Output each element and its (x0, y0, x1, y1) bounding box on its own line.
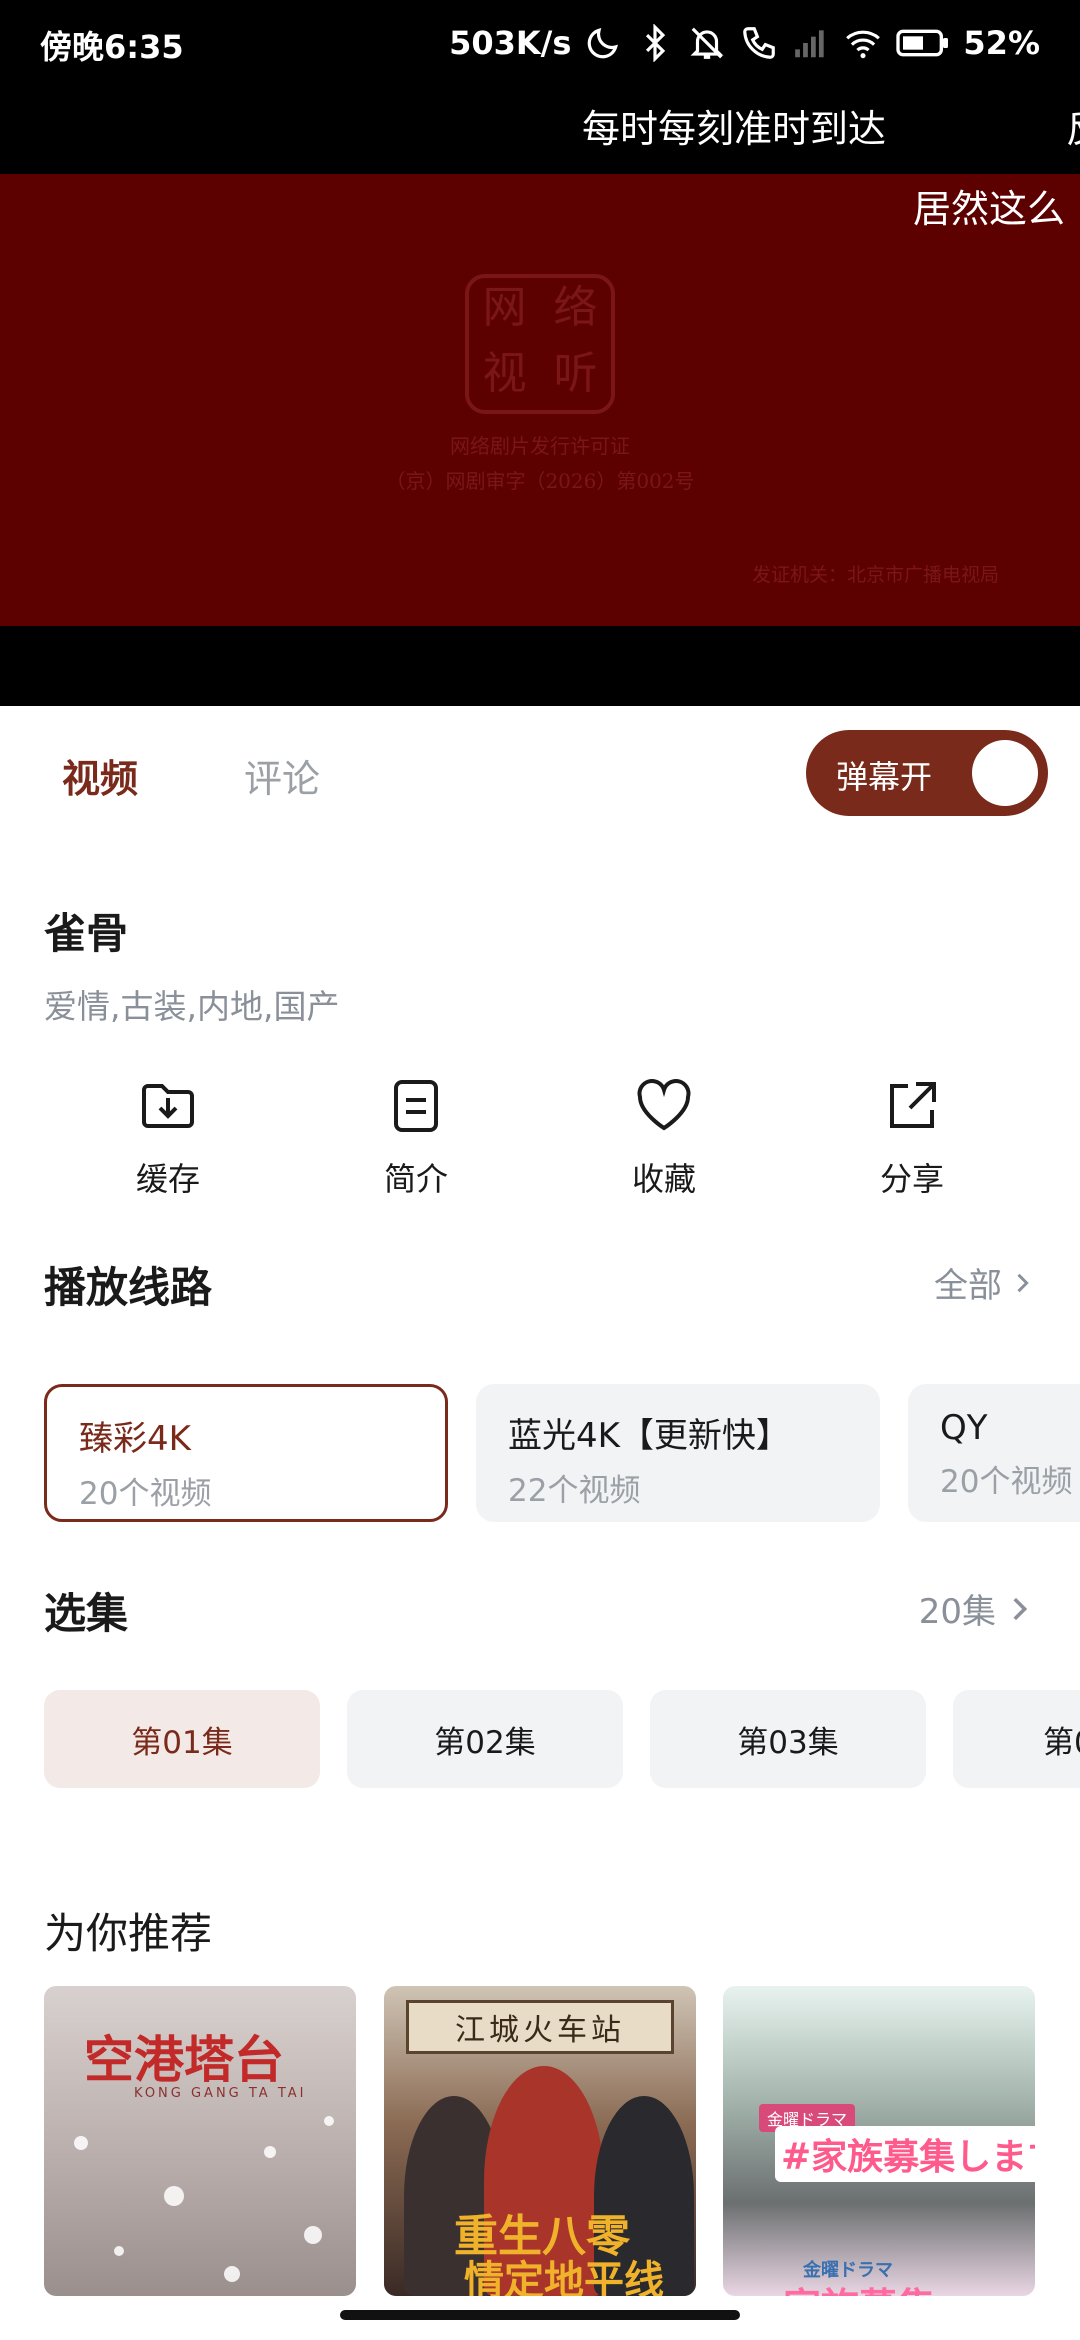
source-name: 蓝光4K【更新快】 (508, 1416, 790, 1456)
episode-chip[interactable]: 第03集 (650, 1690, 926, 1788)
wifi-icon (843, 23, 883, 63)
intro-button[interactable]: 简介 (336, 1074, 496, 1200)
action-row: 缓存 简介 收藏 分享 (0, 1074, 1080, 1214)
intro-label: 简介 (383, 1160, 448, 1198)
poster-title-line2: 情定地平线 (464, 2257, 664, 2296)
show-genres: 爱情,古装,内地,国产 (44, 987, 340, 1026)
mute-bell-icon (687, 23, 727, 63)
source-count: 20个视频 (79, 1476, 212, 1512)
status-icons: 503K/s 52% (449, 20, 1040, 66)
download-folder-icon (136, 1074, 200, 1138)
episodes-count-link[interactable]: 20集 (919, 1584, 1036, 1633)
poster-title: #家族募集します (775, 2126, 1035, 2182)
license-issuer: 发证机关：北京市广播电视局 (752, 564, 1000, 586)
poster-sign: 江城火车站 (406, 2000, 674, 2054)
battery-percent: 52% (963, 24, 1040, 62)
license-number: （京）网剧审字（2026）第002号 (385, 469, 695, 493)
source-count: 20个视频 (940, 1464, 1073, 1500)
episodes-count-label: 20集 (918, 1592, 996, 1632)
video-frame: 居然这么 网 络 视 听 网络剧片发行许可证 （京）网剧审字（2026）第002… (0, 174, 1080, 626)
episodes-title: 选集 (44, 1589, 129, 1638)
episode-chip[interactable]: 第02集 (347, 1690, 623, 1788)
share-icon (880, 1074, 944, 1138)
sources-title: 播放线路 (44, 1263, 213, 1312)
video-player[interactable]: 每时每刻准时到达 反 居然这么 网 络 视 听 网络剧片发行许可证 （京）网剧审… (0, 90, 1080, 706)
cache-button[interactable]: 缓存 (88, 1074, 248, 1200)
recommend-poster[interactable]: 江城火车站 重生八零 情定地平线 (384, 1986, 696, 2296)
status-bar: 傍晚6:35 503K/s 52% (0, 0, 1080, 90)
license-watermark: 网 络 视 听 网络剧片发行许可证 （京）网剧审字（2026）第002号 (380, 274, 700, 494)
network-speed: 503K/s (449, 24, 572, 62)
share-button[interactable]: 分享 (832, 1074, 992, 1200)
chevron-right-icon (1017, 1273, 1029, 1292)
recommend-title: 为你推荐 (44, 1909, 213, 1958)
sources-all-link[interactable]: 全部 (934, 1258, 1036, 1307)
cache-label: 缓存 (135, 1160, 200, 1198)
home-indicator[interactable] (340, 2310, 740, 2320)
tab-video[interactable]: 视频 (62, 748, 138, 803)
danmaku-comment: 每时每刻准时到达 (582, 107, 887, 151)
danmaku-comment: 反 (1066, 98, 1080, 153)
episode-chip[interactable]: 第01集 (44, 1690, 320, 1788)
source-name: QY (940, 1408, 988, 1448)
source-card[interactable]: QY 20个视频 (908, 1384, 1080, 1522)
tab-comments[interactable]: 评论 (244, 748, 320, 803)
recommend-poster[interactable]: 空港塔台 KONG GANG TA TAI (44, 1986, 356, 2296)
source-name: 臻彩4K (79, 1419, 191, 1459)
danmaku-comment: 居然这么 (913, 187, 1066, 231)
favorite-label: 收藏 (631, 1160, 696, 1198)
episode-chip[interactable]: 第04集 (953, 1690, 1080, 1788)
show-title: 雀骨 (44, 909, 129, 958)
call-icon (739, 23, 779, 63)
toggle-knob (972, 740, 1038, 806)
danmaku-toggle[interactable]: 弹幕开 (806, 730, 1048, 816)
source-card[interactable]: 蓝光4K【更新快】 22个视频 (476, 1384, 880, 1522)
danmaku-toggle-label: 弹幕开 (836, 758, 933, 796)
source-card[interactable]: 臻彩4K 20个视频 (44, 1384, 448, 1522)
chevron-right-icon (1013, 1597, 1028, 1620)
content-tabs: 视频 评论 弹幕开 (0, 706, 1080, 840)
bluetooth-icon (635, 23, 675, 63)
heart-icon (632, 1074, 696, 1138)
battery-icon (895, 23, 951, 63)
sources-all-label: 全部 (934, 1266, 1002, 1306)
signal-icon (791, 23, 831, 63)
favorite-button[interactable]: 收藏 (584, 1074, 744, 1200)
license-line: 网络剧片发行许可证 (450, 434, 630, 458)
poster-subtitle: KONG GANG TA TAI (134, 2086, 307, 2101)
source-count: 22个视频 (508, 1473, 641, 1509)
recommend-poster[interactable]: 金曜ドラマ #家族募集します 金曜ドラマ 家族募集 (723, 1986, 1035, 2296)
status-time: 傍晚6:35 (40, 28, 184, 66)
poster-title: 空港塔台 (84, 2030, 284, 2089)
share-label: 分享 (879, 1160, 944, 1198)
moon-icon (583, 23, 623, 63)
document-icon (384, 1074, 448, 1138)
license-seal: 网 络 视 听 (465, 274, 615, 414)
poster-bottom-title: 家族募集 (783, 2276, 935, 2296)
